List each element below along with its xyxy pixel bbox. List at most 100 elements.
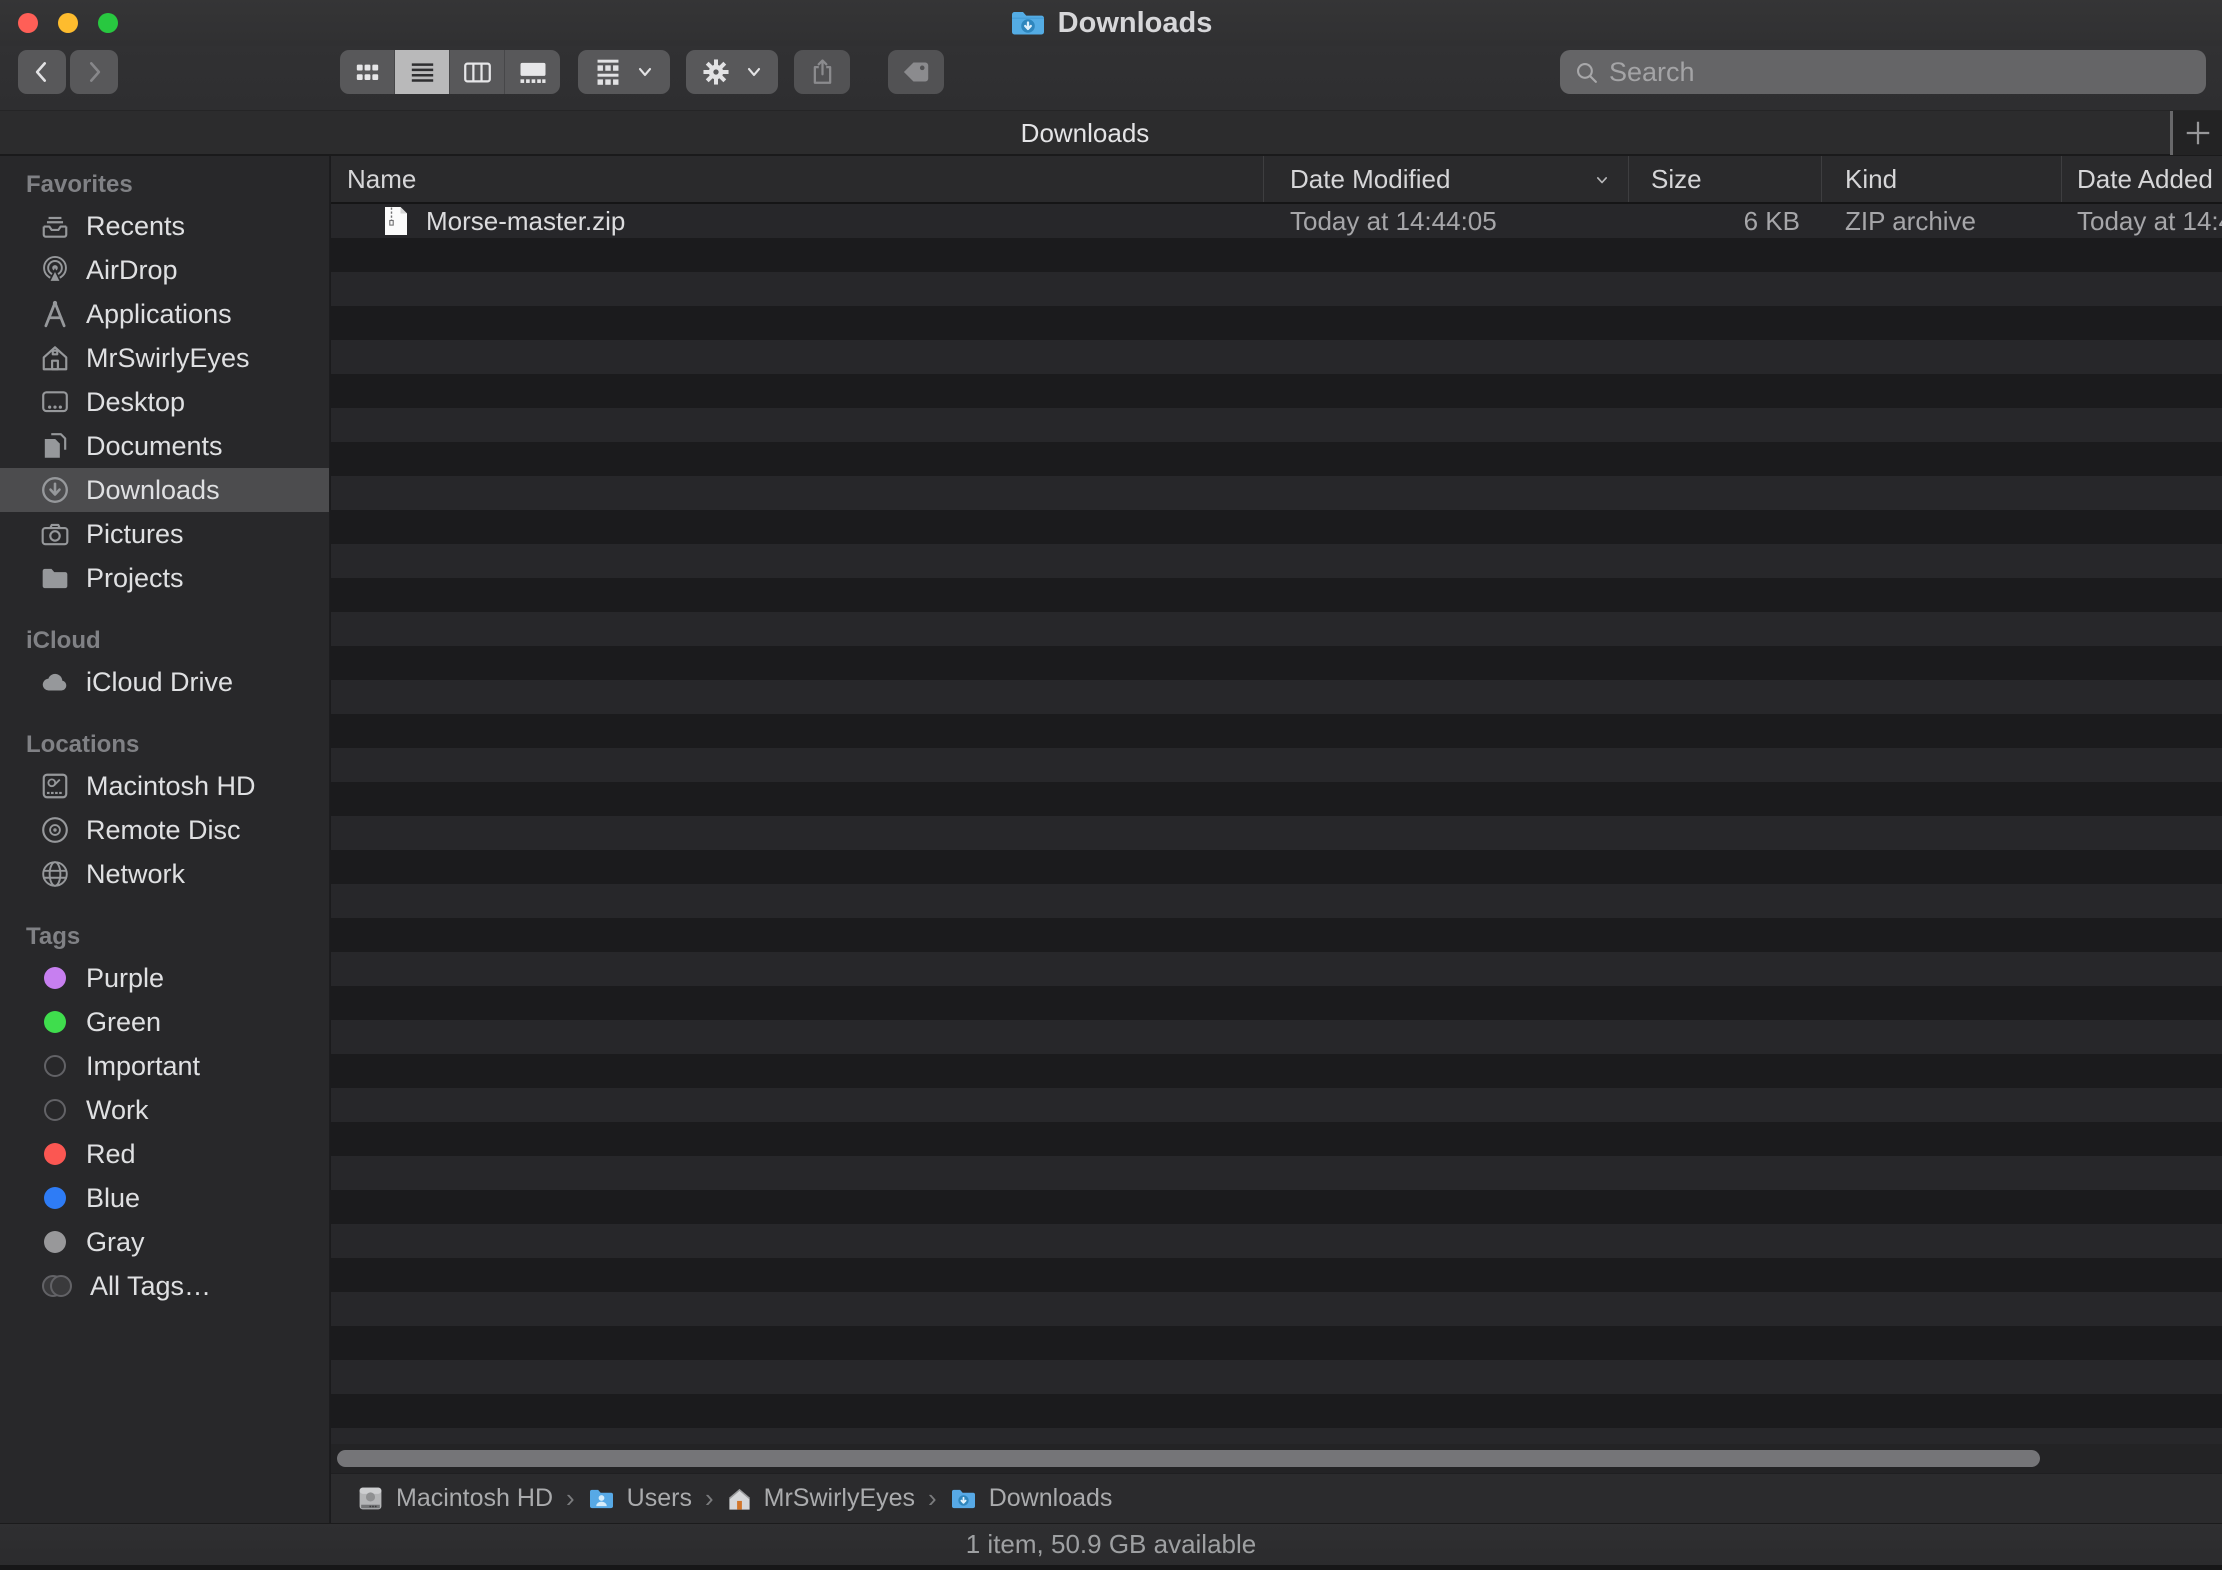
gear-icon [700,56,732,88]
sidebar-item-downloads[interactable]: Downloads [0,468,329,512]
sidebar-item-icloud-drive[interactable]: iCloud Drive [0,660,329,704]
sidebar-item-projects[interactable]: Projects [0,556,329,600]
globe-icon [40,859,70,889]
path-separator: › [705,1483,714,1514]
sidebar-section-tags: Tags [0,922,329,952]
column-header-size[interactable]: Size [1629,156,1822,202]
traffic-lights [18,13,118,33]
path-item-macintosh-hd[interactable]: Macintosh HD [357,1484,553,1513]
view-mode-segmented-control [340,50,560,94]
recents-icon [40,211,70,241]
gray-tag-dot [44,1231,66,1253]
sidebar-item-desktop[interactable]: Desktop [0,380,329,424]
work-tag-ring [44,1099,66,1121]
sort-chevron-icon [1592,170,1612,190]
folder-icon [40,563,70,593]
cloud-icon [40,667,70,697]
file-list: Name Date Modified Size Kind Date Added [331,156,2222,1523]
sidebar-section-favorites: Favorites [0,170,329,200]
downloads-folder-icon [1010,9,1046,37]
applications-icon [40,299,70,329]
group-icon [593,56,623,88]
disc-icon [40,815,70,845]
chevron-down-icon [635,62,655,82]
sidebar-item-applications[interactable]: Applications [0,292,329,336]
chevron-down-icon [744,62,764,82]
tag-button[interactable] [888,50,944,94]
camera-icon [40,519,70,549]
column-view-button[interactable] [450,50,505,94]
file-kind: ZIP archive [1822,204,2062,238]
column-header-date-added[interactable]: Date Added [2062,156,2222,202]
forward-button[interactable] [70,50,118,94]
table-row[interactable]: Morse-master.zip Today at 14:44:05 6 KB … [331,204,2222,238]
hard-drive-icon [357,1485,384,1512]
home-icon [40,343,70,373]
tag-icon [901,59,931,85]
tab-bar: Downloads [0,110,2222,156]
sidebar-item-tag-green[interactable]: Green [0,1000,329,1044]
sidebar-item-recents[interactable]: Recents [0,204,329,248]
sidebar-item-remote-disc[interactable]: Remote Disc [0,808,329,852]
sidebar-item-tag-red[interactable]: Red [0,1132,329,1176]
share-icon [809,57,836,87]
share-button[interactable] [794,50,850,94]
path-item-users[interactable]: Users [588,1484,692,1513]
documents-icon [40,431,70,461]
zip-file-icon [384,206,408,236]
icon-view-button[interactable] [340,50,395,94]
toolbar [0,46,2222,110]
downloads-circle-icon [40,475,70,505]
path-separator: › [566,1483,575,1514]
sidebar-item-macintosh-hd[interactable]: Macintosh HD [0,764,329,808]
purple-tag-dot [44,967,66,989]
search-icon [1574,60,1599,85]
sidebar-item-pictures[interactable]: Pictures [0,512,329,556]
column-header-name[interactable]: Name [331,156,1264,202]
horizontal-scrollbar-thumb[interactable] [337,1450,2040,1467]
sidebar-section-icloud: iCloud [0,626,329,656]
sidebar-item-tag-purple[interactable]: Purple [0,956,329,1000]
sidebar-item-tag-important[interactable]: Important [0,1044,329,1088]
horizontal-scrollbar-track[interactable] [331,1444,2222,1473]
column-header-kind[interactable]: Kind [1822,156,2062,202]
window-title-text: Downloads [1058,7,1213,40]
sidebar-item-tag-blue[interactable]: Blue [0,1176,329,1220]
list-header: Name Date Modified Size Kind Date Added [331,156,2222,204]
group-button[interactable] [578,50,670,94]
green-tag-dot [44,1011,66,1033]
file-name: Morse-master.zip [426,206,625,237]
close-button[interactable] [18,13,38,33]
path-item-home[interactable]: MrSwirlyEyes [727,1484,915,1513]
status-text: 1 item, 50.9 GB available [966,1529,1257,1560]
list-rows: Morse-master.zip Today at 14:44:05 6 KB … [331,204,2222,1444]
column-header-date-modified[interactable]: Date Modified [1264,156,1629,202]
new-tab-button[interactable] [2173,111,2222,155]
list-view-button[interactable] [395,50,450,94]
users-folder-icon [588,1487,615,1510]
sidebar-item-airdrop[interactable]: AirDrop [0,248,329,292]
sidebar-item-documents[interactable]: Documents [0,424,329,468]
minimize-button[interactable] [58,13,78,33]
sidebar-item-tag-gray[interactable]: Gray [0,1220,329,1264]
path-separator: › [928,1483,937,1514]
sidebar-item-network[interactable]: Network [0,852,329,896]
sidebar-item-tag-work[interactable]: Work [0,1088,329,1132]
window-title: Downloads [0,0,2222,46]
file-date-modified: Today at 14:44:05 [1264,204,1629,238]
airdrop-icon [40,255,70,285]
path-item-downloads[interactable]: Downloads [950,1484,1113,1513]
sidebar: Favorites Recents AirDrop [0,156,330,1523]
search-input[interactable] [1609,57,2192,88]
sidebar-item-all-tags[interactable]: All Tags… [0,1264,329,1308]
zoom-button[interactable] [98,13,118,33]
back-button[interactable] [18,50,66,94]
desktop-icon [40,387,70,417]
action-button[interactable] [686,50,778,94]
tab-downloads[interactable]: Downloads [0,111,2170,155]
sidebar-item-home[interactable]: MrSwirlyEyes [0,336,329,380]
downloads-folder-icon [950,1487,977,1510]
important-tag-ring [44,1055,66,1077]
gallery-view-button[interactable] [505,50,560,94]
plus-icon [2183,118,2213,148]
